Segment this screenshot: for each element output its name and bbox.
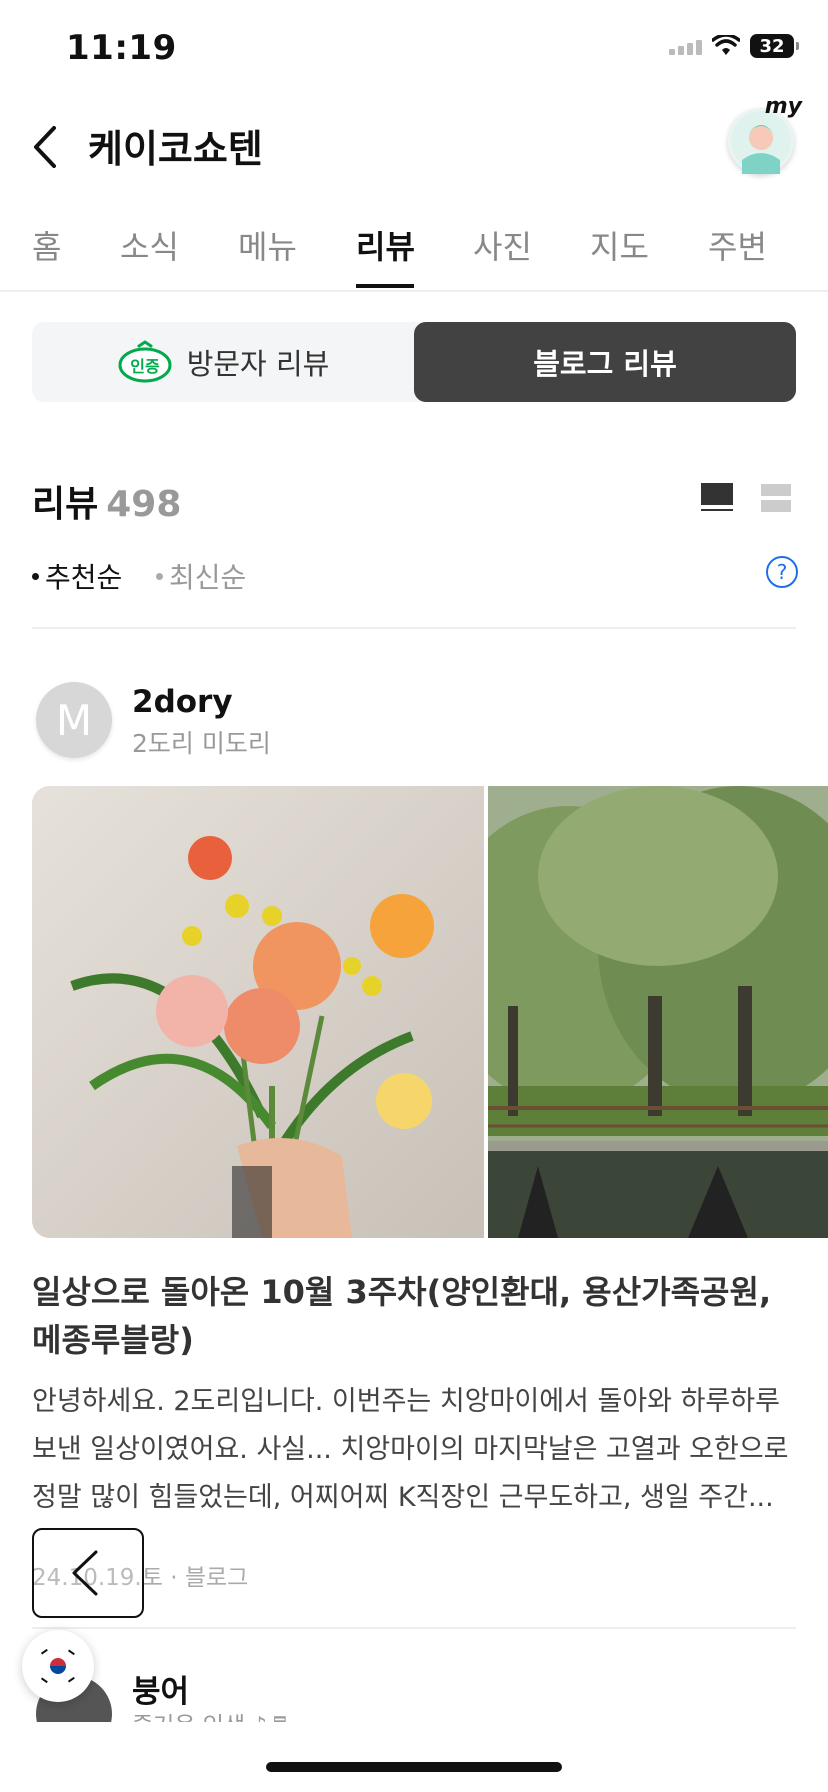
battery-icon: 32 <box>750 34 799 58</box>
status-time: 11:19 <box>66 28 177 68</box>
floating-back-button[interactable] <box>32 1528 144 1618</box>
sort-recommended-label: 추천순 <box>45 561 123 594</box>
help-icon[interactable]: ? <box>766 556 798 588</box>
tab-photos[interactable]: 사진 <box>473 222 532 268</box>
review-heading: 리뷰 498 <box>32 475 181 527</box>
tab-home[interactable]: 홈 <box>32 222 61 268</box>
language-button[interactable] <box>22 1630 94 1702</box>
tab-menu[interactable]: 메뉴 <box>238 222 297 268</box>
divider <box>32 1627 796 1629</box>
verified-badge-icon: 인증 <box>118 340 172 383</box>
list-view-icon[interactable] <box>760 482 792 514</box>
divider <box>32 627 796 629</box>
my-label: my <box>764 94 802 119</box>
korea-flag-icon <box>38 1646 78 1686</box>
signal-icon <box>669 37 702 55</box>
post-photo-park[interactable] <box>488 786 828 1238</box>
review-type-segment: 인증 방문자 리뷰 블로그 리뷰 <box>32 322 796 402</box>
author-avatar[interactable]: M <box>36 682 112 758</box>
post-title[interactable]: 일상으로 돌아온 10월 3주차(양인환대, 용산가족공원, 메종루블랑) <box>32 1268 802 1364</box>
review-heading-label: 리뷰 <box>32 484 99 525</box>
author-subtitle: 2도리 미도리 <box>132 729 271 758</box>
sort-dot <box>32 572 39 580</box>
page-title: 케이코쇼텐 <box>88 127 263 171</box>
bottom-area <box>0 1722 828 1792</box>
park-image <box>488 786 828 1238</box>
sort-latest-label: 최신순 <box>169 561 247 594</box>
tab-nearby[interactable]: 주변 <box>708 222 767 268</box>
tab-reviews[interactable]: 리뷰 <box>356 222 415 268</box>
chevron-left-icon <box>72 1550 98 1596</box>
flowers-image <box>32 786 484 1238</box>
review-count: 498 <box>106 484 182 525</box>
post-photo-flowers[interactable] <box>32 786 484 1238</box>
visitor-review-tab[interactable]: 인증 방문자 리뷰 <box>32 322 414 402</box>
status-icons: 32 <box>669 34 799 58</box>
next-author-name[interactable]: 붕어 <box>132 1666 189 1711</box>
active-tab-indicator <box>356 284 414 288</box>
home-indicator <box>266 1762 562 1772</box>
place-header: 케이코쇼텐 my <box>0 94 828 190</box>
tab-bar: 홈 소식 메뉴 리뷰 사진 지도 주변 <box>0 210 828 292</box>
sort-latest[interactable]: 최신순 <box>156 556 246 596</box>
visitor-review-label: 방문자 리뷰 <box>186 347 330 381</box>
sort-recommended[interactable]: 추천순 <box>32 556 122 596</box>
author-name[interactable]: 2dory <box>132 684 233 720</box>
post-excerpt[interactable]: 안녕하세요. 2도리입니다. 이번주는 치앙마이에서 돌아와 하루하루 보낸 일… <box>32 1378 802 1522</box>
tab-news[interactable]: 소식 <box>120 222 179 268</box>
tab-map[interactable]: 지도 <box>590 222 649 268</box>
wifi-icon <box>712 35 740 55</box>
blog-review-tab[interactable]: 블로그 리뷰 <box>414 322 796 402</box>
sort-dot <box>156 572 163 580</box>
verified-badge-label: 인증 <box>130 357 160 376</box>
back-arrow-icon[interactable] <box>26 120 70 174</box>
status-bar: 11:19 32 <box>0 0 828 96</box>
feed-view-icon[interactable] <box>700 482 734 512</box>
